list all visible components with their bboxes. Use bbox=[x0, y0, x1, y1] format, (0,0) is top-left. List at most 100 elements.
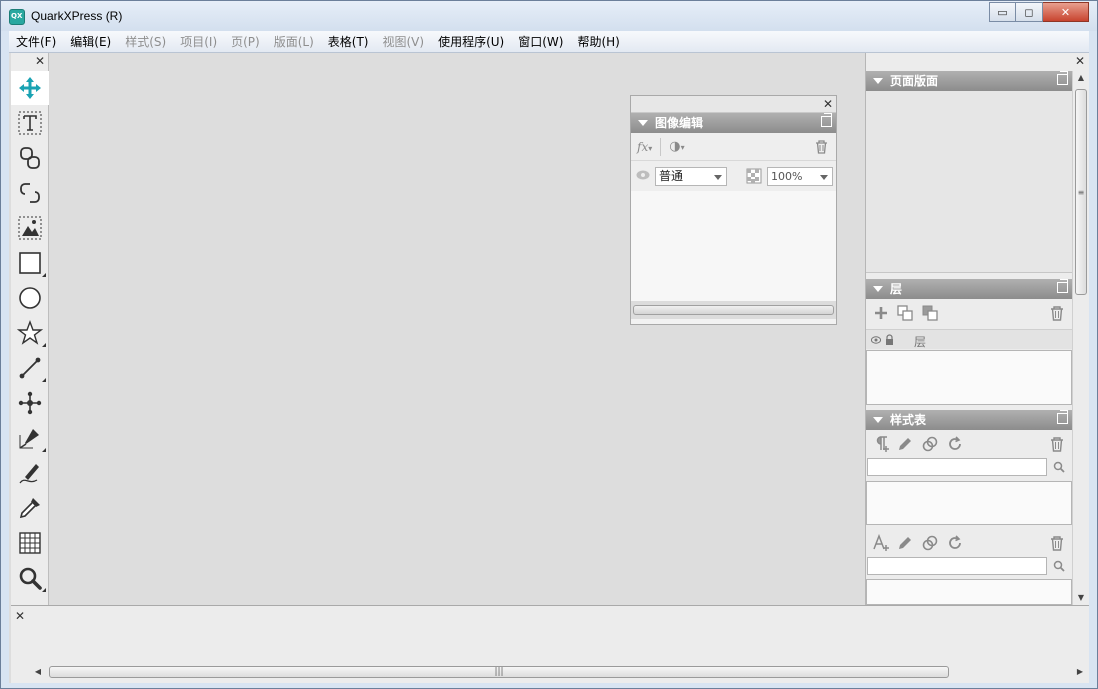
link-tool-icon[interactable] bbox=[11, 141, 49, 175]
scroll-left-icon[interactable]: ◀ bbox=[31, 665, 45, 679]
menu-window[interactable]: 窗口(W) bbox=[511, 31, 570, 53]
trash-icon[interactable] bbox=[1048, 435, 1066, 453]
close-icon[interactable]: ✕ bbox=[1075, 55, 1085, 67]
scrollbar-thumb[interactable]: ||| bbox=[49, 666, 949, 678]
add-layer-icon[interactable] bbox=[872, 304, 890, 322]
oval-box-tool-icon[interactable] bbox=[11, 281, 49, 315]
scrollbar-thumb[interactable]: ≡ bbox=[1075, 89, 1087, 295]
toolbar-divider bbox=[660, 137, 662, 156]
style-sheets-header[interactable]: 样式表 bbox=[866, 410, 1072, 430]
opacity-select[interactable]: 100% bbox=[767, 167, 833, 186]
menu-edit[interactable]: 编辑(E) bbox=[63, 31, 118, 53]
undock-icon[interactable] bbox=[1057, 71, 1068, 85]
point-tool-icon[interactable] bbox=[11, 386, 49, 420]
layers-list[interactable] bbox=[866, 350, 1072, 405]
menu-page[interactable]: 页(P) bbox=[224, 31, 267, 53]
adjustments-menu-icon[interactable]: ◑▾ bbox=[669, 139, 684, 154]
duplicate-style-icon[interactable] bbox=[921, 435, 939, 453]
search-icon[interactable] bbox=[1053, 560, 1065, 572]
page-layout-area[interactable] bbox=[866, 91, 1072, 273]
character-style-search-input[interactable] bbox=[867, 557, 1047, 575]
palette-scrollbar[interactable] bbox=[631, 301, 836, 319]
character-styles-list[interactable] bbox=[866, 579, 1072, 605]
paragraph-style-search-input[interactable] bbox=[867, 458, 1047, 476]
search-icon[interactable] bbox=[1053, 461, 1065, 473]
edit-pencil-icon[interactable] bbox=[896, 435, 914, 453]
dock-vertical-scrollbar[interactable]: ▲ ≡ ▼ bbox=[1072, 71, 1089, 605]
collapse-triangle-icon[interactable] bbox=[873, 417, 883, 423]
blend-mode-select[interactable]: 普通 bbox=[655, 167, 727, 186]
line-tool-icon[interactable] bbox=[11, 351, 49, 385]
move-tool-icon[interactable] bbox=[11, 71, 49, 105]
merge-layers-icon[interactable] bbox=[921, 304, 939, 322]
layers-column-header: 层 bbox=[866, 329, 1072, 349]
undock-icon[interactable] bbox=[1057, 410, 1068, 424]
edit-pencil-icon[interactable] bbox=[896, 534, 914, 552]
page-layout-header[interactable]: 页面版面 bbox=[866, 71, 1072, 91]
collapse-triangle-icon[interactable] bbox=[873, 78, 883, 84]
menu-item[interactable]: 项目(I) bbox=[173, 31, 224, 53]
scroll-right-icon[interactable]: ▶ bbox=[1073, 665, 1087, 679]
scrollbar-track[interactable]: ||| bbox=[45, 665, 1073, 679]
scroll-down-icon[interactable]: ▼ bbox=[1073, 591, 1089, 605]
collapse-triangle-icon[interactable] bbox=[873, 286, 883, 292]
trash-icon[interactable] bbox=[1048, 304, 1066, 322]
flyout-indicator-icon bbox=[42, 378, 46, 382]
trash-icon[interactable] bbox=[815, 140, 828, 154]
horizontal-scrollbar[interactable]: ◀ ||| ▶ bbox=[31, 664, 1087, 680]
new-character-style-icon[interactable] bbox=[872, 534, 890, 552]
blend-row: 普通 100% bbox=[631, 161, 836, 191]
paragraph-styles-list[interactable] bbox=[866, 481, 1072, 525]
menu-table[interactable]: 表格(T) bbox=[321, 31, 376, 53]
menu-view[interactable]: 视图(V) bbox=[376, 31, 432, 53]
palette-toolbar: fx▾ ◑▾ bbox=[631, 133, 836, 161]
table-tool-icon[interactable] bbox=[11, 526, 49, 560]
new-paragraph-style-icon[interactable] bbox=[872, 435, 890, 453]
scroll-up-icon[interactable]: ▲ bbox=[1073, 71, 1089, 85]
eyedropper-tool-icon[interactable] bbox=[11, 491, 49, 525]
effects-list bbox=[631, 191, 836, 301]
rectangle-box-tool-icon[interactable] bbox=[11, 246, 49, 280]
scrollbar-thumb[interactable] bbox=[633, 305, 834, 315]
flyout-indicator-icon bbox=[42, 588, 46, 592]
close-icon[interactable]: ✕ bbox=[15, 610, 25, 622]
trash-icon[interactable] bbox=[1048, 534, 1066, 552]
character-styles-toolbar bbox=[866, 530, 1072, 556]
palette-title-strip[interactable]: ✕ bbox=[631, 96, 836, 113]
transparency-checker-icon[interactable] bbox=[746, 168, 762, 184]
unlink-tool-icon[interactable] bbox=[11, 176, 49, 210]
menu-style[interactable]: 样式(S) bbox=[118, 31, 173, 53]
starburst-tool-icon[interactable] bbox=[11, 316, 49, 350]
palette-header[interactable]: 图像编辑 bbox=[631, 113, 836, 133]
menu-help[interactable]: 帮助(H) bbox=[570, 31, 626, 53]
visibility-icon[interactable] bbox=[636, 170, 650, 180]
collapse-triangle-icon[interactable] bbox=[638, 120, 648, 126]
layers-header[interactable]: 层 bbox=[866, 279, 1072, 299]
bezier-pen-tool-icon[interactable] bbox=[11, 421, 49, 455]
text-content-tool-icon[interactable] bbox=[11, 106, 49, 140]
chevron-down-icon bbox=[820, 175, 828, 180]
duplicate-layer-icon[interactable] bbox=[896, 304, 914, 322]
menu-utilities[interactable]: 使用程序(U) bbox=[431, 31, 511, 53]
eye-icon[interactable] bbox=[871, 336, 881, 344]
close-icon[interactable]: ✕ bbox=[823, 98, 833, 110]
style-sheets-title: 样式表 bbox=[890, 413, 927, 427]
minimize-button[interactable]: ▭ bbox=[989, 2, 1016, 22]
close-icon[interactable]: ✕ bbox=[34, 55, 46, 67]
undock-icon[interactable] bbox=[1057, 279, 1068, 293]
duplicate-style-icon[interactable] bbox=[921, 534, 939, 552]
picture-content-tool-icon[interactable] bbox=[11, 211, 49, 245]
lock-icon[interactable] bbox=[885, 334, 894, 345]
title-bar: QuarkXPress (R) ▭ ◻ ✕ bbox=[1, 1, 1097, 31]
menu-layout[interactable]: 版面(L) bbox=[267, 31, 321, 53]
undock-icon[interactable] bbox=[821, 113, 832, 127]
zoom-tool-icon[interactable] bbox=[11, 561, 49, 595]
menu-file[interactable]: 文件(F) bbox=[9, 31, 63, 53]
quarkxpress-app-icon bbox=[9, 9, 25, 25]
close-button[interactable]: ✕ bbox=[1043, 2, 1089, 22]
maximize-button[interactable]: ◻ bbox=[1016, 2, 1043, 22]
refresh-icon[interactable] bbox=[946, 534, 964, 552]
freehand-tool-icon[interactable] bbox=[11, 456, 49, 490]
refresh-icon[interactable] bbox=[946, 435, 964, 453]
fx-menu-button[interactable]: fx▾ bbox=[637, 140, 652, 154]
